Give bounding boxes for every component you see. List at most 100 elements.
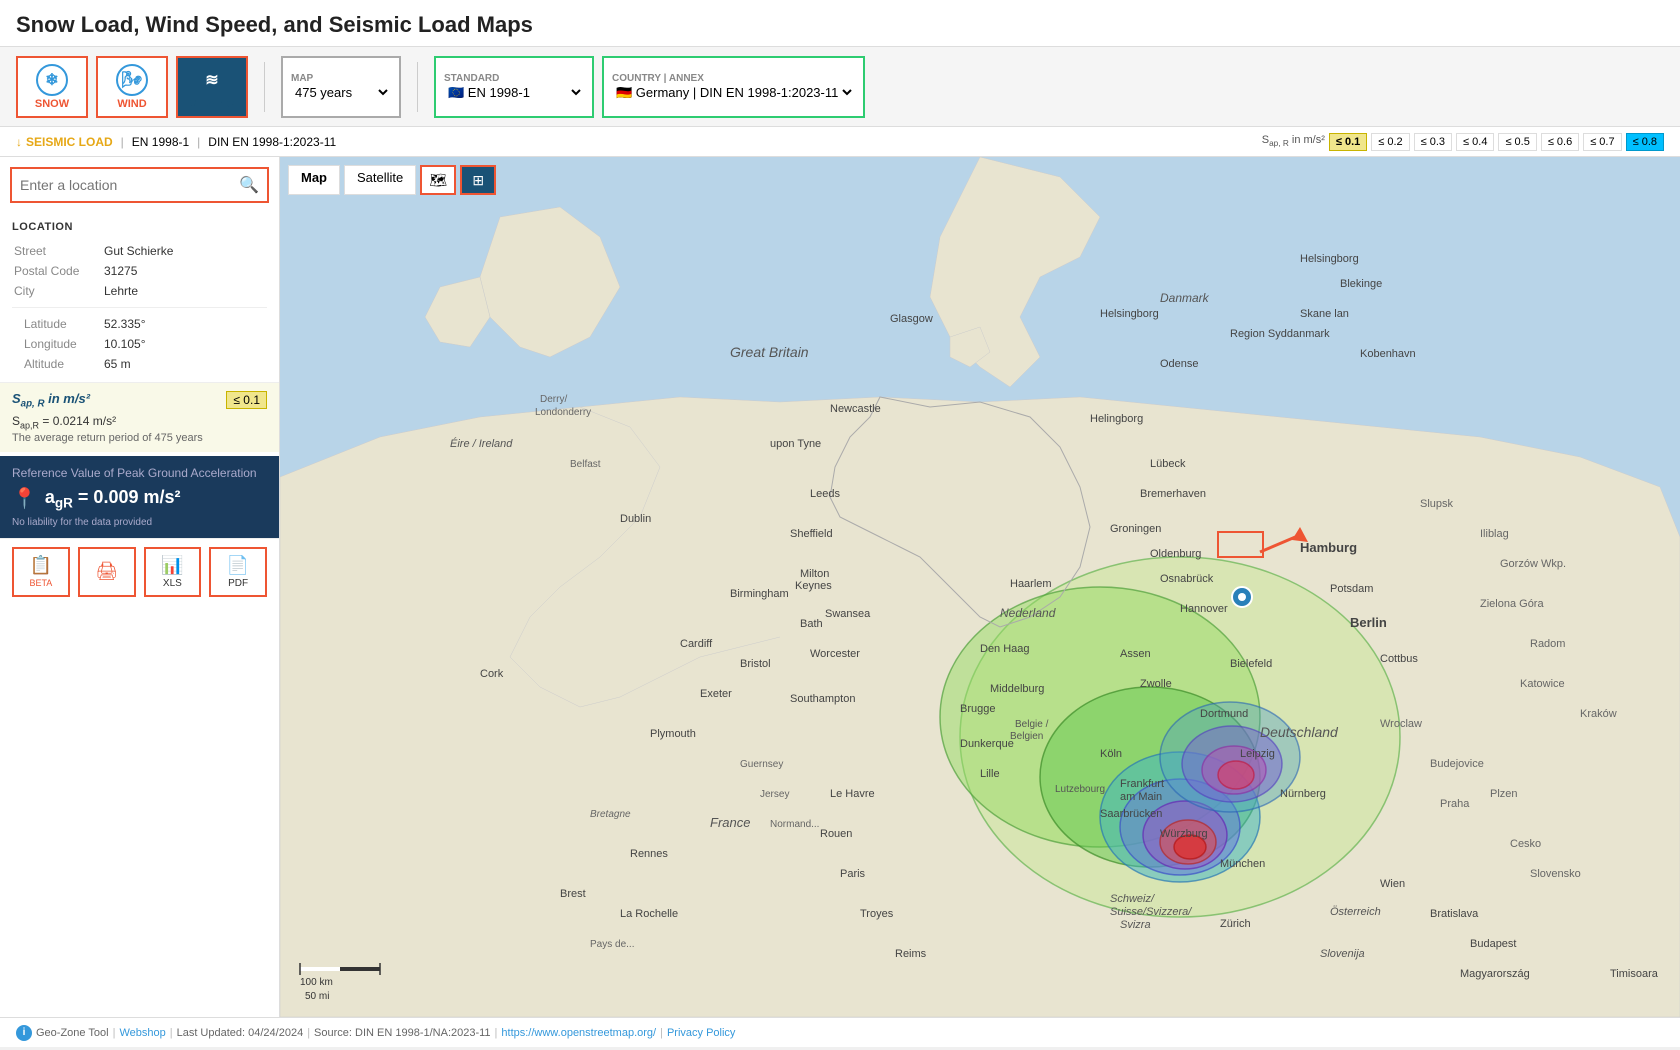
map-icon-button-2[interactable]: ⊞ — [460, 165, 496, 195]
search-box: 🔍 — [10, 167, 269, 203]
svg-text:Cardiff: Cardiff — [680, 638, 713, 650]
svg-text:Budapest: Budapest — [1470, 938, 1516, 950]
svg-text:Magyarország: Magyarország — [1460, 968, 1530, 980]
action-buttons: 📋 BETA 🖨 📊 XLS 📄 PDF — [0, 538, 279, 605]
svg-text:Exeter: Exeter — [700, 688, 732, 700]
seismic-tool-button[interactable]: ≋ SEISMIC — [176, 56, 248, 118]
svg-text:Newcastle: Newcastle — [830, 403, 881, 415]
search-icon: 🔍 — [239, 175, 259, 195]
map-tab-satellite[interactable]: Satellite — [344, 165, 416, 195]
map-select-label: MAP — [291, 73, 391, 84]
svg-text:Dublin: Dublin — [620, 513, 651, 525]
city-value: Lehrte — [102, 281, 267, 301]
svg-text:Hannover: Hannover — [1180, 603, 1228, 615]
svg-text:Middelburg: Middelburg — [990, 683, 1044, 695]
svg-text:Glasgow: Glasgow — [890, 313, 933, 325]
svg-text:Bretagne: Bretagne — [590, 809, 631, 820]
footer-geozone: Geo-Zone Tool — [36, 1027, 109, 1039]
location-search-input[interactable] — [20, 177, 239, 193]
agr-formula: agR = 0.009 m/s² — [45, 487, 181, 511]
wind-tool-button[interactable]: 🌬 WIND — [96, 56, 168, 118]
svg-text:Bremerhaven: Bremerhaven — [1140, 488, 1206, 500]
svg-text:Wroclaw: Wroclaw — [1380, 718, 1422, 730]
legend-item-04: ≤ 0.4 — [1456, 133, 1494, 151]
info-icon: i — [16, 1025, 32, 1041]
svg-text:Odense: Odense — [1160, 358, 1199, 370]
svg-text:Region Syddanmark: Region Syddanmark — [1230, 328, 1330, 340]
svg-text:Le Havre: Le Havre — [830, 788, 875, 800]
svg-text:Helingborg: Helingborg — [1090, 413, 1143, 425]
location-table: Street Gut Schierke Postal Code 31275 Ci… — [12, 241, 267, 301]
map-tab-map[interactable]: Map — [288, 165, 340, 195]
print-button[interactable]: 🖨 — [78, 547, 136, 597]
pdf-icon: 📄 — [227, 555, 249, 576]
svg-text:Brest: Brest — [560, 888, 586, 900]
svg-text:Bielefeld: Bielefeld — [1230, 658, 1272, 670]
svg-text:Suisse/Svizzera/: Suisse/Svizzera/ — [1110, 906, 1192, 918]
lat-label: Latitude — [12, 314, 102, 334]
no-liability-text: No liability for the data provided — [12, 517, 267, 528]
svg-text:Cork: Cork — [480, 668, 504, 680]
svg-text:Worcester: Worcester — [810, 648, 860, 660]
table-row: Altitude 65 m — [12, 354, 267, 374]
svg-text:Saarbrücken: Saarbrücken — [1100, 808, 1162, 820]
country-select[interactable]: 🇩🇪 Germany | DIN EN 1998-1:2023-11 Austr… — [612, 84, 855, 101]
excel-button[interactable]: 📊 XLS — [144, 547, 202, 597]
svg-text:Hamburg: Hamburg — [1300, 540, 1357, 555]
svg-text:Brugge: Brugge — [960, 703, 995, 715]
excel-label: XLS — [163, 578, 182, 589]
svg-text:Jersey: Jersey — [760, 789, 789, 800]
agr-title: Reference Value of Peak Ground Accelerat… — [12, 466, 267, 480]
lon-label: Longitude — [12, 334, 102, 354]
svg-text:Blekinge: Blekinge — [1340, 278, 1382, 290]
svg-text:Reims: Reims — [895, 948, 927, 960]
svg-text:Rennes: Rennes — [630, 848, 668, 860]
legend-item-02: ≤ 0.2 — [1371, 133, 1409, 151]
svg-text:Lutzebourg: Lutzebourg — [1055, 784, 1105, 795]
alt-label: Altitude — [12, 354, 102, 374]
sap-label: Sap, R in m/s² — [12, 391, 90, 410]
svg-text:Berlin: Berlin — [1350, 615, 1387, 630]
footer-webshop[interactable]: Webshop — [119, 1027, 165, 1039]
svg-text:Éire / Ireland: Éire / Ireland — [450, 437, 513, 450]
load-arrow-icon: ↓ SEISMIC LOAD — [16, 135, 113, 149]
table-row: Postal Code 31275 — [12, 261, 267, 281]
svg-text:Milton: Milton — [800, 568, 829, 580]
legend-unit: Sap, R in m/s² — [1262, 134, 1325, 148]
svg-text:Kobenhavn: Kobenhavn — [1360, 348, 1416, 360]
snow-label: SNOW — [35, 98, 69, 110]
legend-bar: Sap, R in m/s² ≤ 0.1 ≤ 0.2 ≤ 0.3 ≤ 0.4 ≤… — [1262, 133, 1664, 151]
svg-text:Deutschland: Deutschland — [1260, 724, 1339, 740]
svg-text:Zielona Góra: Zielona Góra — [1480, 598, 1544, 610]
wind-label: WIND — [117, 98, 146, 110]
report-beta-button[interactable]: 📋 BETA — [12, 547, 70, 597]
standard-select-label: STANDARD — [444, 73, 584, 84]
svg-text:La Rochelle: La Rochelle — [620, 908, 678, 920]
standard-select[interactable]: 🇪🇺 EN 1998-1 EN 1998-1:2004 — [444, 84, 584, 101]
footer-osm-link[interactable]: https://www.openstreetmap.org/ — [501, 1027, 656, 1039]
legend-item-06: ≤ 0.6 — [1541, 133, 1579, 151]
svg-text:Assen: Assen — [1120, 648, 1151, 660]
location-section: LOCATION Street Gut Schierke Postal Code… — [0, 213, 279, 382]
map-select[interactable]: 475 years 100 years 250 years 1000 years… — [291, 84, 391, 101]
svg-text:France: France — [710, 815, 750, 830]
lon-value: 10.105° — [102, 334, 267, 354]
standard-text: EN 1998-1 — [132, 135, 189, 149]
report-icon: 📋 — [30, 555, 52, 576]
alt-value: 65 m — [102, 354, 267, 374]
svg-text:Frankfurt: Frankfurt — [1120, 778, 1164, 790]
map-icon-button-1[interactable]: 🗺 — [420, 165, 456, 195]
svg-text:Wien: Wien — [1380, 878, 1405, 890]
snow-tool-button[interactable]: ❄ SNOW — [16, 56, 88, 118]
country-select-label: COUNTRY | ANNEX — [612, 73, 855, 84]
footer-privacy[interactable]: Privacy Policy — [667, 1027, 735, 1039]
map-area[interactable]: Map Satellite 🗺 ⊞ — [280, 157, 1680, 1017]
svg-text:Southampton: Southampton — [790, 693, 855, 705]
pdf-button[interactable]: 📄 PDF — [209, 547, 267, 597]
postal-label: Postal Code — [12, 261, 102, 281]
svg-text:Lille: Lille — [980, 768, 1000, 780]
sap-section: Sap, R in m/s² ≤ 0.1 Sap,R = 0.0214 m/s²… — [0, 382, 279, 452]
svg-text:Budejovice: Budejovice — [1430, 758, 1484, 770]
street-label: Street — [12, 241, 102, 261]
svg-text:Lübeck: Lübeck — [1150, 458, 1186, 470]
